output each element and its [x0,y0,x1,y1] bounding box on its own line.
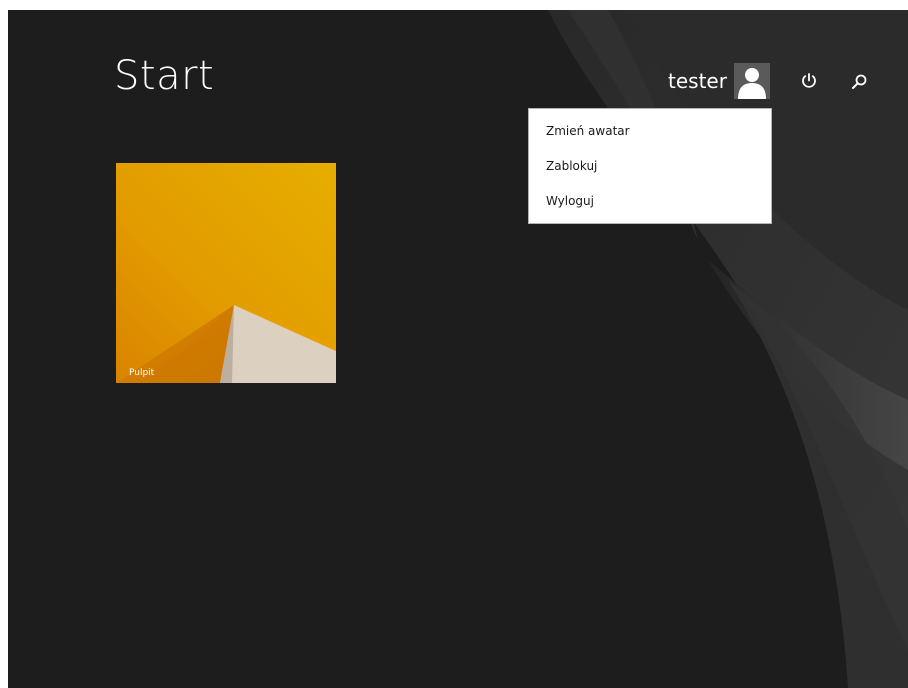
menu-item-sign-out[interactable]: Wyloguj [529,189,771,224]
user-account-button[interactable]: tester [668,63,770,99]
account-menu: Zmień awatar Zablokuj Wyloguj [528,108,772,224]
menu-item-lock[interactable]: Zablokuj [529,154,771,189]
desktop-tile-artwork [116,163,336,383]
page-title: Start [114,53,215,99]
menu-item-change-avatar[interactable]: Zmień awatar [529,119,771,154]
tile-label: Pulpit [129,368,155,378]
desktop-tile[interactable]: Pulpit [116,163,336,383]
user-name: tester [668,69,727,93]
search-icon[interactable] [845,68,873,96]
user-silhouette-icon [733,63,770,99]
start-screen: Start tester Zmień awatar Zablokuj Wylog… [8,10,908,688]
power-icon[interactable] [795,67,823,95]
